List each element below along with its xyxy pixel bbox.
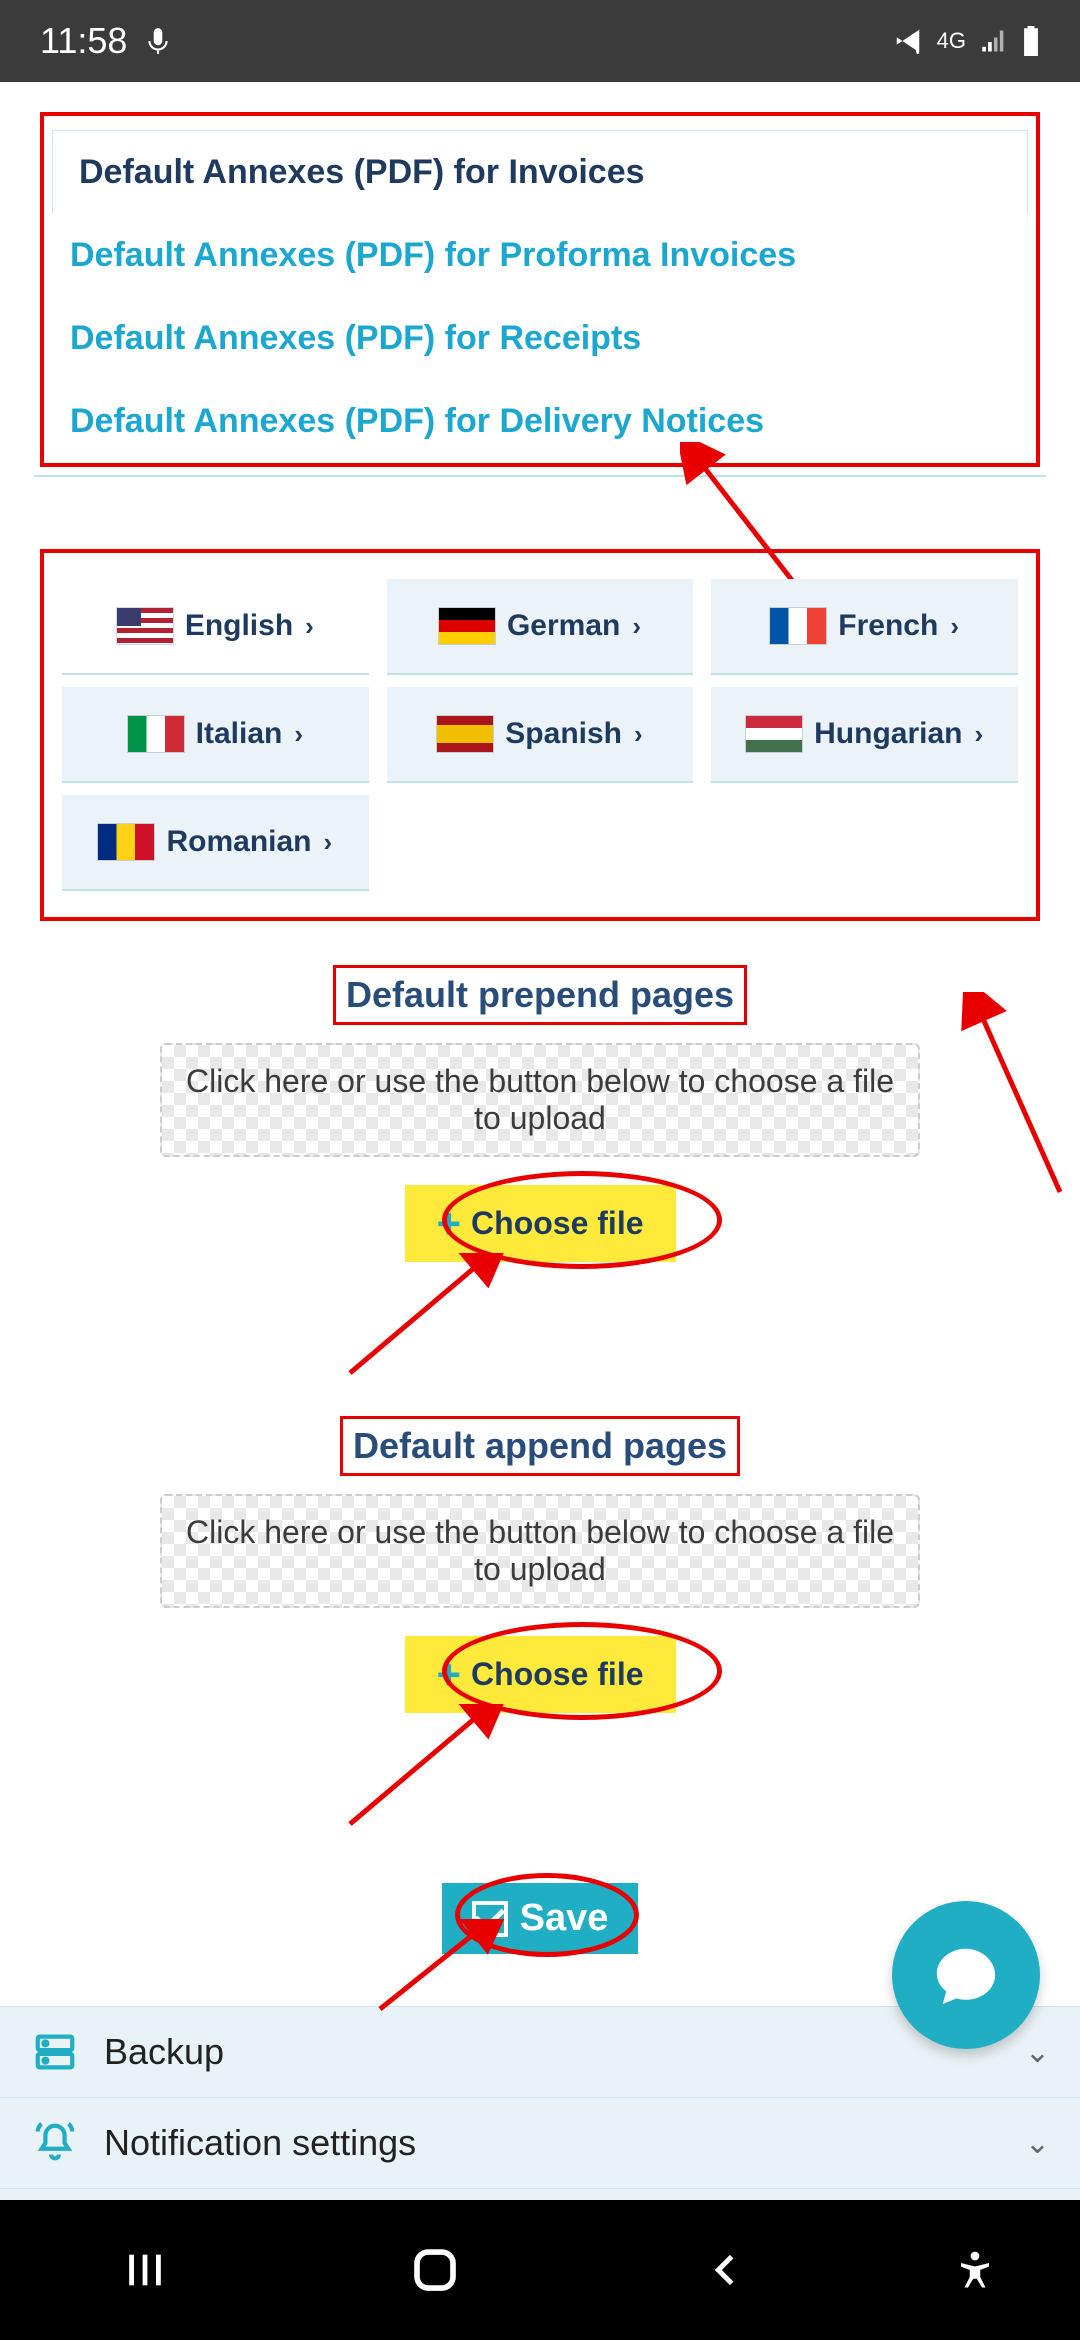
language-option-spanish[interactable]: Spanish › xyxy=(387,687,694,783)
flag-ro-icon xyxy=(98,824,154,860)
language-label: Spanish xyxy=(505,717,622,751)
nav-back-button[interactable] xyxy=(625,2200,825,2340)
chevron-right-icon: › xyxy=(634,719,643,750)
flag-es-icon xyxy=(437,716,493,752)
nav-accessibility-button[interactable] xyxy=(915,2200,1035,2340)
chevron-right-icon: › xyxy=(975,719,984,750)
signal-icon xyxy=(980,28,1008,54)
app-content: Default Annexes (PDF) for Invoices Defau… xyxy=(0,112,1080,2279)
save-button[interactable]: Save xyxy=(442,1883,639,1954)
language-label: Romanian xyxy=(166,825,311,859)
android-nav-bar xyxy=(0,2200,1080,2340)
chevron-right-icon: › xyxy=(324,827,333,858)
append-dropzone[interactable]: Click here or use the button below to ch… xyxy=(160,1494,920,1608)
flag-hu-icon xyxy=(746,716,802,752)
tab-annexes-receipts[interactable]: Default Annexes (PDF) for Receipts xyxy=(44,297,1036,380)
chevron-right-icon: › xyxy=(950,611,959,642)
language-option-english[interactable]: English › xyxy=(62,579,369,675)
settings-row-notification-settings[interactable]: Notification settings ⌄ xyxy=(0,2097,1080,2188)
prepend-dropzone[interactable]: Click here or use the button below to ch… xyxy=(160,1043,920,1157)
language-label: French xyxy=(838,609,938,643)
bell-icon xyxy=(30,2118,80,2168)
language-grid: English›German›French›Italian›Spanish›Hu… xyxy=(62,579,1018,891)
language-option-italian[interactable]: Italian › xyxy=(62,687,369,783)
flag-fr-icon xyxy=(770,608,826,644)
prepend-choose-file-button[interactable]: + Choose file xyxy=(405,1185,676,1262)
language-option-romanian[interactable]: Romanian › xyxy=(62,795,369,891)
chat-fab-button[interactable] xyxy=(892,1901,1040,2049)
flag-us-icon xyxy=(117,608,173,644)
chevron-right-icon: › xyxy=(632,611,641,642)
append-choose-file-button[interactable]: + Choose file xyxy=(405,1636,676,1713)
language-label: Italian xyxy=(196,717,283,751)
annotation-arrow xyxy=(960,992,1080,1212)
annotation-arrow xyxy=(330,1704,510,1844)
annex-tabs-highlight-box: Default Annexes (PDF) for Invoices Defau… xyxy=(40,112,1040,467)
row-label: Notification settings xyxy=(104,2122,416,2164)
save-label: Save xyxy=(520,1897,609,1940)
language-option-french[interactable]: French › xyxy=(711,579,1018,675)
append-section-title: Default append pages xyxy=(340,1416,740,1476)
language-option-german[interactable]: German › xyxy=(387,579,694,675)
choose-file-label: Choose file xyxy=(471,1205,643,1242)
language-selector-highlight-box: English›German›French›Italian›Spanish›Hu… xyxy=(40,549,1040,921)
language-option-hungarian[interactable]: Hungarian › xyxy=(711,687,1018,783)
status-network-label: 4G xyxy=(937,30,966,52)
vibrate-icon xyxy=(893,26,923,56)
flag-de-icon xyxy=(439,608,495,644)
language-label: German xyxy=(507,609,620,643)
chevron-right-icon: › xyxy=(305,611,314,642)
android-status-bar: 11:58 4G xyxy=(0,0,1080,82)
battery-icon xyxy=(1022,26,1040,56)
prepend-section-title: Default prepend pages xyxy=(333,965,747,1025)
chevron-down-icon: ⌄ xyxy=(1025,2126,1050,2161)
tab-annexes-delivery[interactable]: Default Annexes (PDF) for Delivery Notic… xyxy=(44,380,1036,463)
chevron-down-icon: ⌄ xyxy=(1025,2035,1050,2070)
status-clock: 11:58 xyxy=(40,20,127,62)
language-label: English xyxy=(185,609,293,643)
flag-it-icon xyxy=(128,716,184,752)
nav-home-button[interactable] xyxy=(335,2200,535,2340)
divider xyxy=(34,475,1046,477)
check-icon xyxy=(472,1901,508,1937)
chat-icon xyxy=(931,1940,1001,2010)
tab-annexes-invoices[interactable]: Default Annexes (PDF) for Invoices xyxy=(52,130,1028,214)
audio-app-icon xyxy=(145,26,171,56)
backup-icon xyxy=(30,2027,80,2077)
nav-recents-button[interactable] xyxy=(45,2200,245,2340)
row-label: Backup xyxy=(104,2031,224,2073)
chevron-right-icon: › xyxy=(294,719,303,750)
choose-file-label: Choose file xyxy=(471,1656,643,1693)
language-label: Hungarian xyxy=(814,717,962,751)
tab-annexes-proforma[interactable]: Default Annexes (PDF) for Proforma Invoi… xyxy=(44,214,1036,297)
